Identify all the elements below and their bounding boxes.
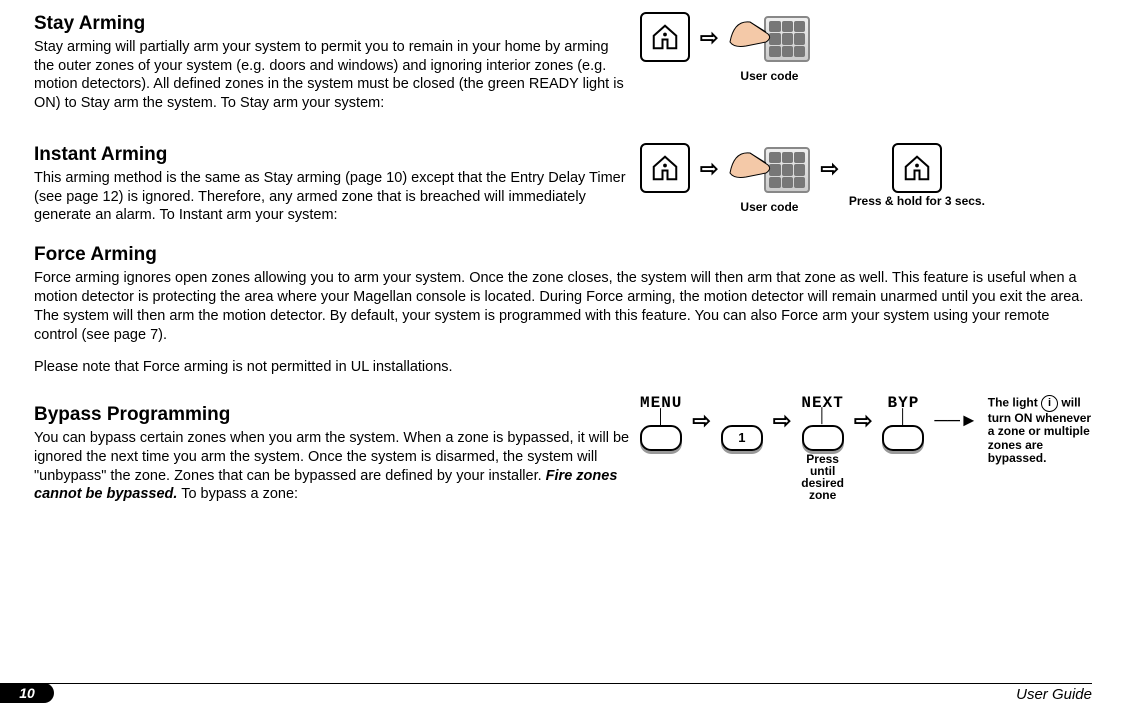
enter-code-icon <box>728 143 810 199</box>
arrow-icon: ⇨ <box>820 143 838 184</box>
arrow-icon: ⇨ <box>773 395 791 436</box>
arrow-icon: ⇨ <box>700 12 718 53</box>
caption-user-code: User code <box>740 201 798 214</box>
next-button-icon <box>802 425 844 451</box>
arrow-icon: ⇨ <box>854 395 872 436</box>
enter-code-icon <box>728 12 810 68</box>
page-number: 10 <box>0 683 54 703</box>
info-i-icon: i <box>1041 395 1058 412</box>
caption-press-until: Press until desired zone <box>801 453 844 501</box>
heading-instant-arming: Instant Arming <box>34 143 630 168</box>
heading-bypass-programming: Bypass Programming <box>34 403 630 428</box>
heading-force-arming: Force Arming <box>34 243 1092 268</box>
pointer-arrow-icon: ──► <box>934 395 977 432</box>
byp-button-icon <box>882 425 924 451</box>
body-force-arming: Force arming ignores open zones allowing… <box>34 269 1092 344</box>
diagram-bypass-programming: MENU │ ⇨ │ 1 ⇨ NEXT │ Press until desire… <box>640 391 1092 500</box>
body-instant-arming: This arming method is the same as Stay a… <box>34 169 630 226</box>
heading-stay-arming: Stay Arming <box>34 12 630 37</box>
caption-press-hold: Press & hold for 3 secs. <box>849 195 985 207</box>
footer-label: User Guide <box>1016 685 1092 705</box>
house-button-icon <box>640 12 690 62</box>
house-button-icon <box>640 143 690 193</box>
page-footer: 10 User Guide <box>0 683 1126 711</box>
tip-bypass-light: The light i will turn ON whenever a zone… <box>988 395 1092 465</box>
caption-user-code: User code <box>740 70 798 83</box>
arrow-icon: ⇨ <box>700 143 718 184</box>
arrow-icon: ⇨ <box>692 395 710 436</box>
one-button-icon: 1 <box>721 425 763 451</box>
body-bypass-programming: You can bypass certain zones when you ar… <box>34 429 630 504</box>
note-force-arming: Please note that Force arming is not per… <box>34 358 1092 377</box>
diagram-stay-arming: ⇨ User code <box>640 0 1092 83</box>
body-stay-arming: Stay arming will partially arm your syst… <box>34 38 630 113</box>
diagram-instant-arming: ⇨ User code ⇨ Press & hold for 3 secs. <box>640 131 1092 214</box>
house-button-hold-icon <box>892 143 942 193</box>
menu-button-icon <box>640 425 682 451</box>
